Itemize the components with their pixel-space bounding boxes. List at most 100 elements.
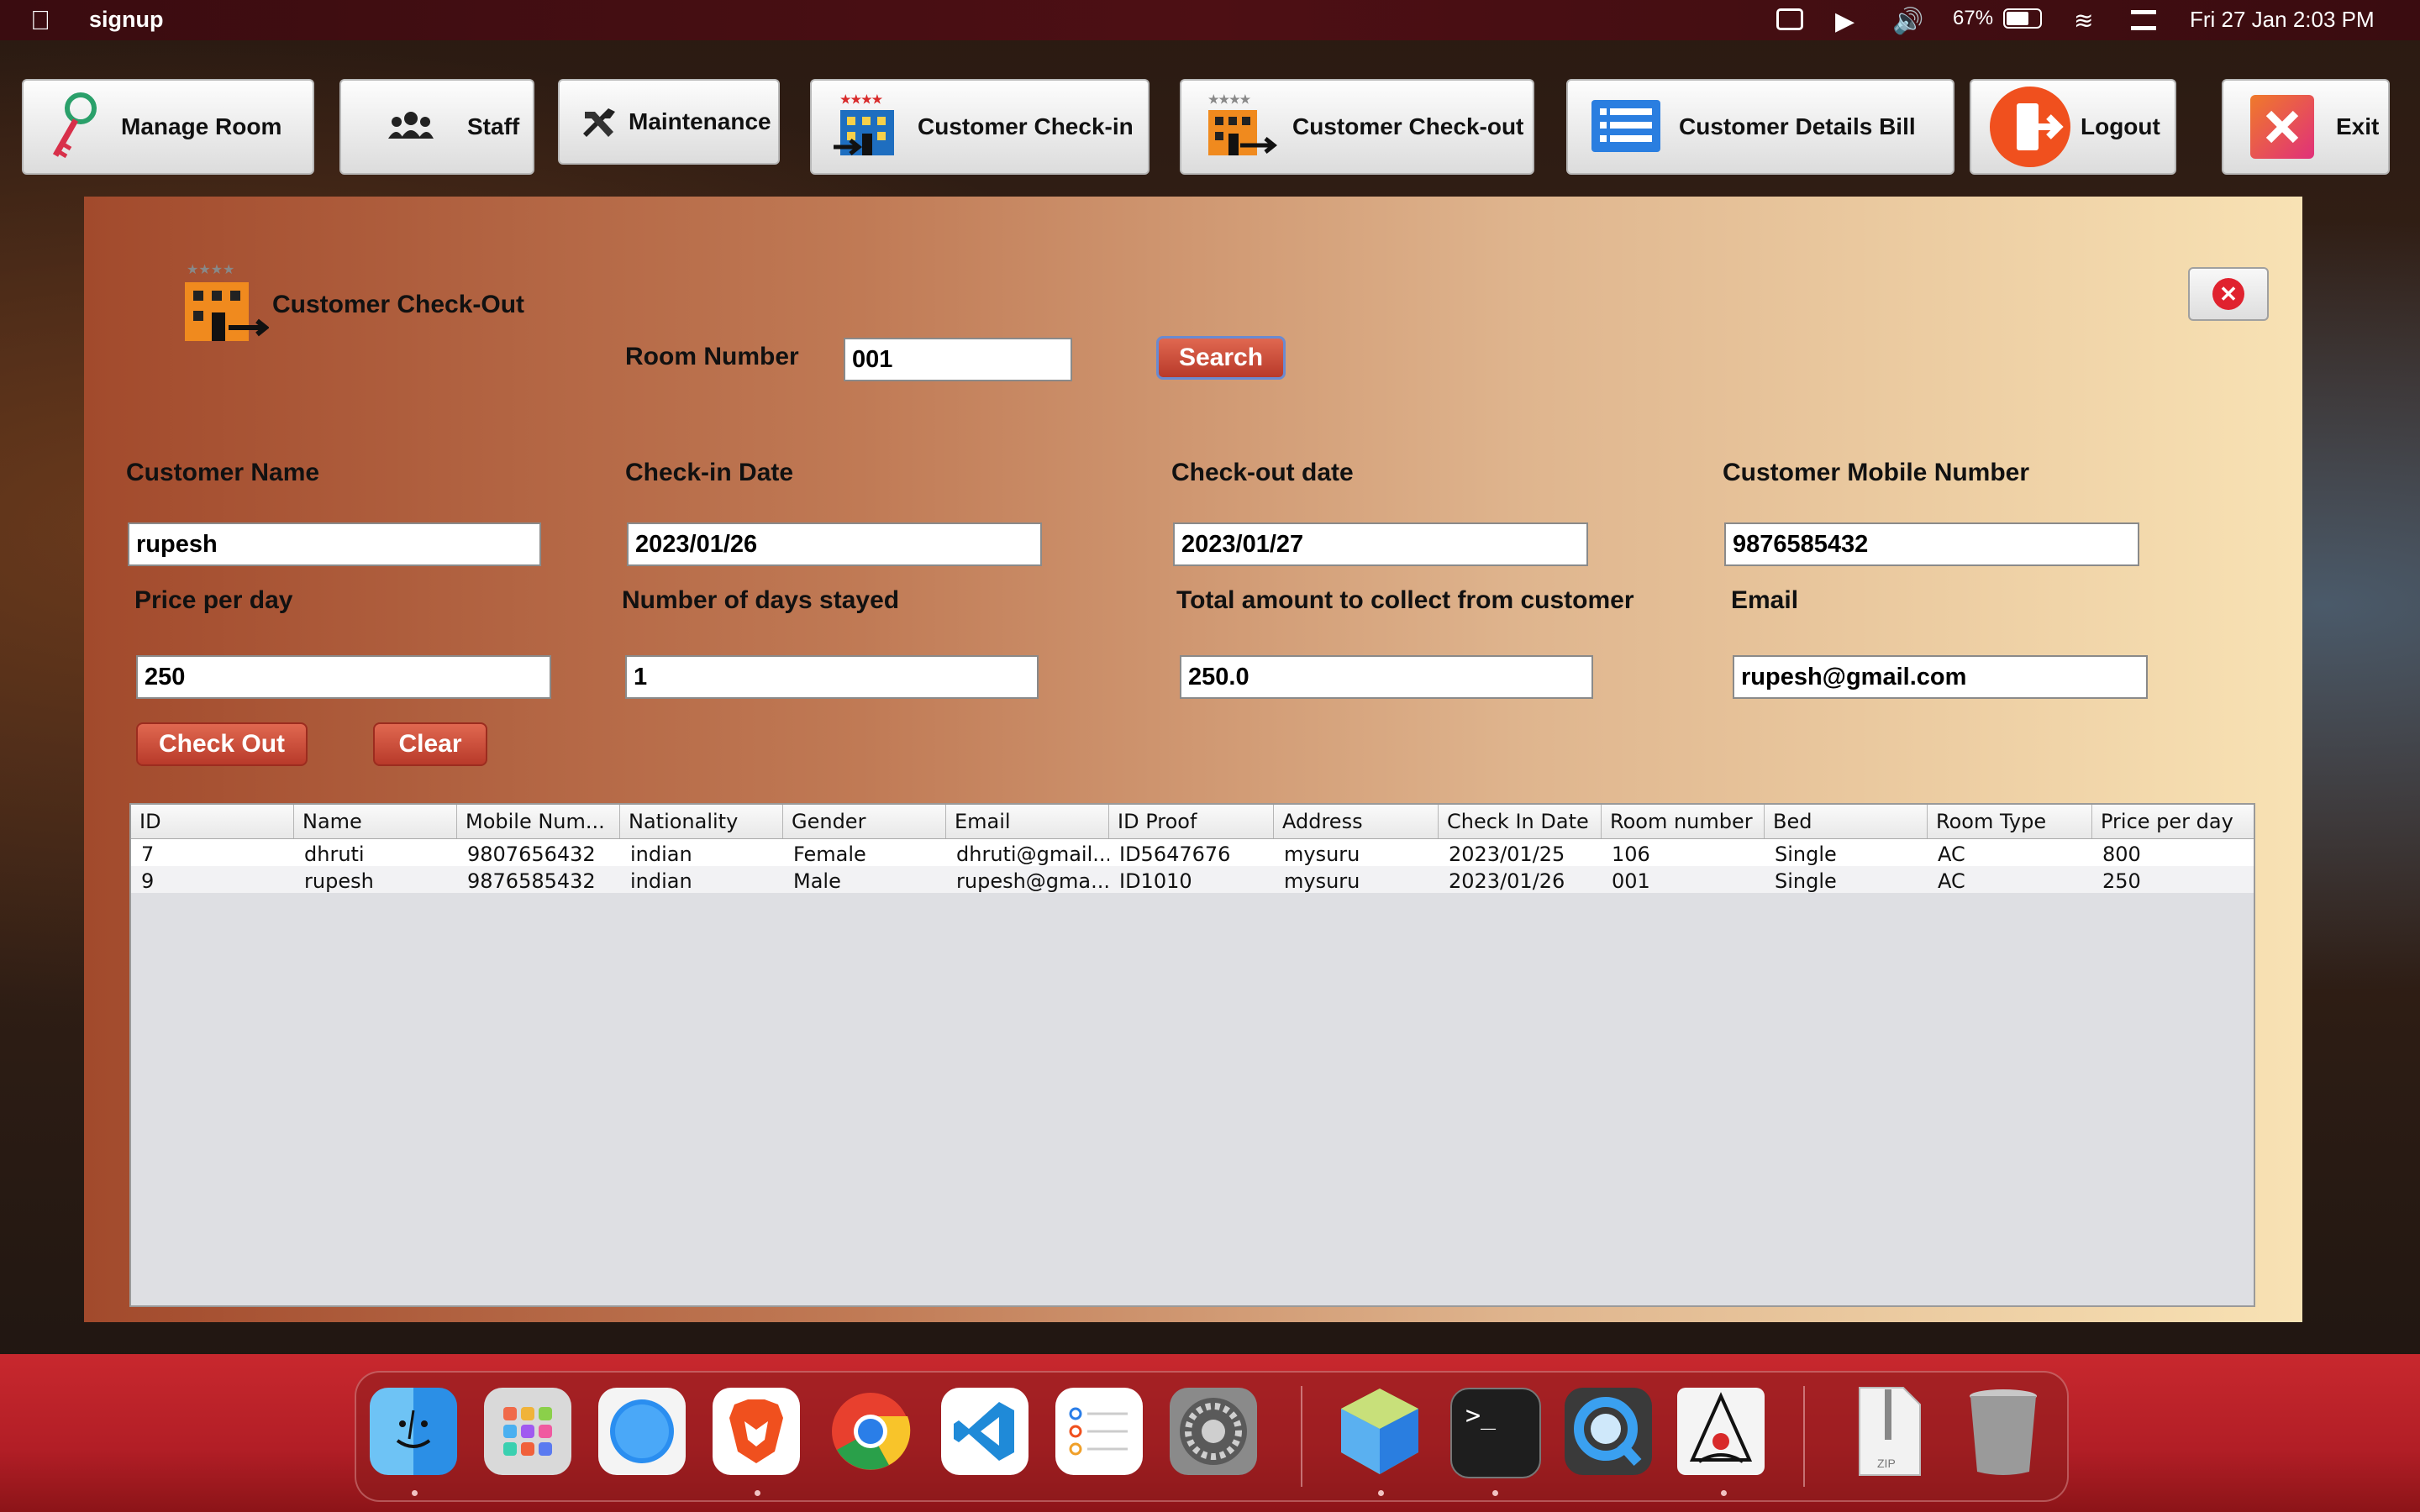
column-header[interactable]: ID — [131, 805, 294, 838]
clear-button[interactable]: Clear — [373, 722, 487, 766]
running-indicator — [1492, 1490, 1498, 1496]
volume-icon[interactable]: 🔊 — [1892, 7, 1923, 36]
battery-percent: 67% — [1953, 7, 1994, 29]
checkout-button[interactable]: Check Out — [136, 722, 308, 766]
reminders-icon[interactable] — [1055, 1388, 1143, 1475]
customer-details-bill-label: Customer Details Bill — [1679, 113, 1916, 139]
table-cell: mysuru — [1284, 869, 1360, 893]
table-row[interactable]: 9 rupesh 9876585432 indian Male rupesh@g… — [131, 866, 2254, 893]
play-icon[interactable]: ▶ — [1835, 7, 1854, 36]
customers-table[interactable]: ID Name Mobile Num... Nationality Gender… — [129, 803, 2255, 1307]
column-header[interactable]: Mobile Num... — [457, 805, 620, 838]
brave-icon[interactable] — [713, 1388, 800, 1475]
finder-icon[interactable] — [370, 1388, 457, 1475]
checkin-date-label: Check-in Date — [625, 459, 794, 486]
table-cell: ID1010 — [1119, 869, 1192, 893]
table-cell: AC — [1938, 869, 1965, 893]
customer-checkin-button[interactable]: ★★★★ Customer Check-in — [810, 79, 1150, 175]
table-cell: 9876585432 — [467, 869, 596, 893]
table-cell: 001 — [1612, 869, 1650, 893]
table-row[interactable]: 7 dhruti 9807656432 indian Female dhruti… — [131, 839, 2254, 866]
hotel-checkout-logo-icon: ★★★★ — [182, 262, 270, 350]
search-button[interactable]: Search — [1156, 336, 1286, 380]
customer-name-input[interactable]: rupesh — [128, 522, 541, 566]
dock-separator — [1803, 1386, 1805, 1487]
dock-separator — [1301, 1386, 1302, 1487]
customer-checkout-button[interactable]: ★★★★ Customer Check-out — [1180, 79, 1534, 175]
maintenance-button[interactable]: Maintenance — [558, 79, 780, 165]
price-per-day-input[interactable]: 250 — [136, 655, 551, 699]
running-indicator — [412, 1490, 418, 1496]
terminal-prompt-glyph: >_ — [1465, 1401, 1497, 1431]
close-panel-button[interactable]: ✕ — [2188, 267, 2269, 321]
room-number-input[interactable]: 001 — [844, 338, 1072, 381]
page-title: Customer Check-Out — [272, 291, 525, 318]
column-header[interactable]: Address — [1274, 805, 1439, 838]
exit-button[interactable]: Exit — [2222, 79, 2390, 175]
customer-name-label: Customer Name — [126, 459, 320, 486]
days-stayed-input[interactable]: 1 — [625, 655, 1039, 699]
manage-room-button[interactable]: Manage Room — [22, 79, 314, 175]
safari-icon[interactable] — [598, 1388, 686, 1475]
column-header[interactable]: ID Proof — [1109, 805, 1274, 838]
quicktime-icon[interactable] — [1565, 1388, 1652, 1475]
staff-button[interactable]: Staff — [339, 79, 534, 175]
checkout-date-input[interactable]: 2023/01/27 — [1173, 522, 1588, 566]
column-header[interactable]: Nationality — [620, 805, 783, 838]
close-icon: ✕ — [2212, 278, 2244, 310]
table-cell: mysuru — [1284, 843, 1360, 866]
chrome-icon[interactable] — [827, 1388, 914, 1475]
terminal-icon[interactable]: >_ — [1450, 1388, 1541, 1478]
trash-icon[interactable] — [1960, 1388, 2047, 1475]
hotel-checkout-icon: ★★★★ — [1202, 92, 1277, 162]
table-cell: 106 — [1612, 843, 1650, 866]
table-cell: rupesh@gma... — [956, 869, 1109, 893]
column-header[interactable]: Room number — [1602, 805, 1765, 838]
control-center-icon[interactable] — [2131, 10, 2156, 30]
app-menu-name[interactable]: signup — [89, 7, 164, 33]
vscode-icon[interactable] — [941, 1388, 1028, 1475]
clock[interactable]: Fri 27 Jan 2:03 PM — [2190, 7, 2375, 33]
days-stayed-label: Number of days stayed — [622, 586, 900, 614]
table-cell: 2023/01/26 — [1449, 869, 1565, 893]
system-settings-icon[interactable] — [1170, 1388, 1257, 1475]
zip-icon[interactable]: ZIP — [1845, 1387, 1933, 1476]
launchpad-icon[interactable] — [484, 1388, 571, 1475]
table-cell: 9 — [141, 869, 155, 893]
checkin-date-input[interactable]: 2023/01/26 — [627, 522, 1042, 566]
table-cell: indian — [630, 843, 692, 866]
column-header[interactable]: Gender — [783, 805, 946, 838]
customer-details-bill-button[interactable]: Customer Details Bill — [1566, 79, 1954, 175]
running-indicator — [755, 1490, 760, 1496]
exit-label: Exit — [2336, 113, 2380, 139]
column-header[interactable]: Room Type — [1928, 805, 2092, 838]
mobile-number-label: Customer Mobile Number — [1723, 459, 2030, 486]
wifi-icon[interactable]: ≋ — [2074, 7, 2093, 34]
column-header[interactable]: Name — [294, 805, 457, 838]
svg-text:★★★★: ★★★★ — [1208, 92, 1251, 106]
email-label: Email — [1731, 586, 1799, 614]
svg-text:★★★★: ★★★★ — [187, 263, 234, 277]
table-cell: AC — [1938, 843, 1965, 866]
column-header[interactable]: Price per day — [2092, 805, 2247, 838]
mobile-number-input[interactable]: 9876585432 — [1724, 522, 2139, 566]
java-icon[interactable] — [1677, 1388, 1765, 1475]
column-header[interactable]: Email — [946, 805, 1109, 838]
keyboard-icon[interactable] — [1776, 8, 1803, 30]
table-cell: 800 — [2102, 843, 2141, 866]
battery-icon[interactable] — [2003, 8, 2042, 29]
checkout-date-label: Check-out date — [1171, 459, 1354, 486]
logout-label: Logout — [2081, 113, 2160, 139]
column-header[interactable]: Check In Date — [1439, 805, 1602, 838]
apple-menu-icon[interactable]:  — [30, 5, 50, 36]
logout-button[interactable]: Logout — [1970, 79, 2176, 175]
table-cell: rupesh — [304, 869, 374, 893]
email-input[interactable]: rupesh@gmail.com — [1733, 655, 2148, 699]
menu-bar:  signup ▶ 🔊 67% ≋ Fri 27 Jan 2:03 PM — [0, 0, 2420, 40]
customer-checkout-label: Customer Check-out — [1292, 113, 1524, 139]
table-cell: dhruti@gmail... — [956, 843, 1109, 866]
running-indicator — [1721, 1490, 1727, 1496]
netbeans-icon[interactable] — [1336, 1388, 1423, 1475]
column-header[interactable]: Bed — [1765, 805, 1928, 838]
total-amount-input[interactable]: 250.0 — [1180, 655, 1593, 699]
